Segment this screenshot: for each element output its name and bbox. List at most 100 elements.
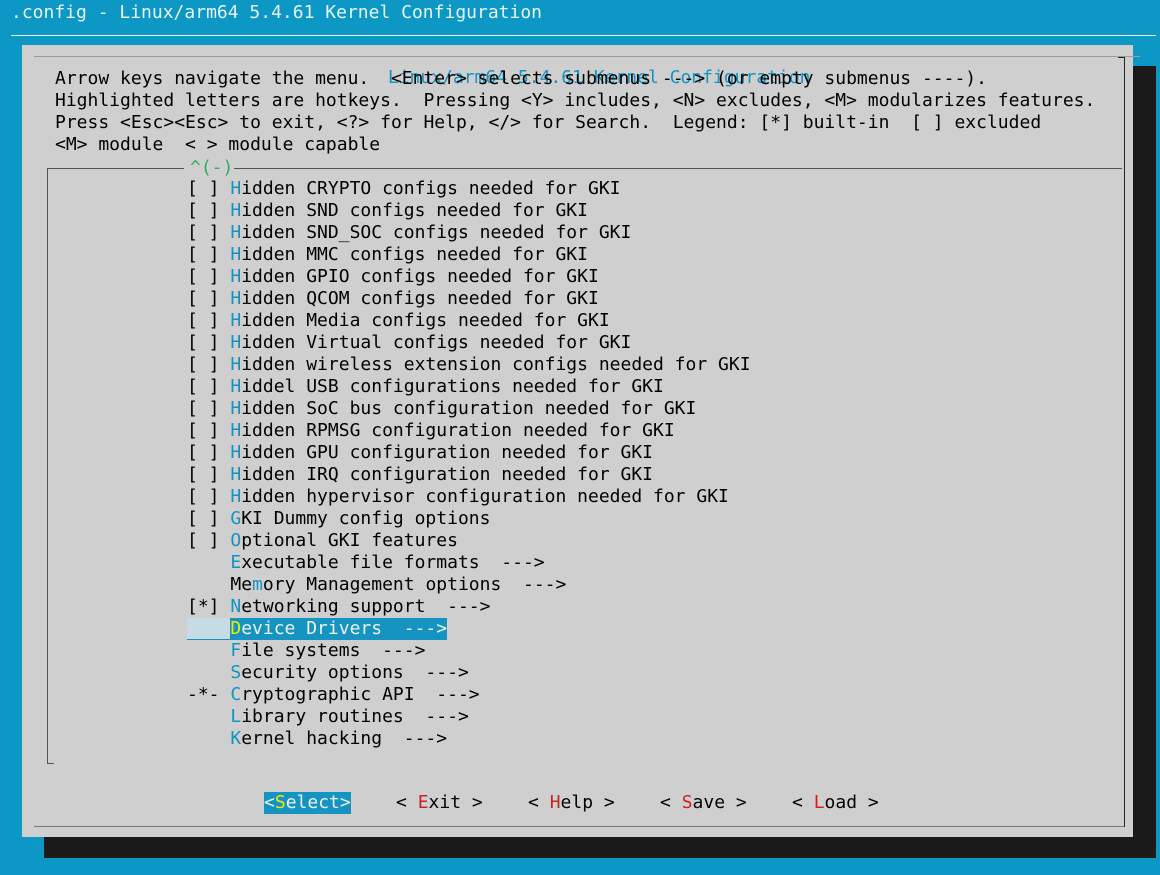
menu-item-label: idden CRYPTO configs needed for GKI — [241, 178, 621, 199]
help-button[interactable]: < Help > — [528, 792, 615, 814]
menu-top-border-left — [47, 168, 184, 169]
menu-item-hotkey: H — [230, 266, 242, 287]
menu-item[interactable]: Kernel hacking ---> — [187, 728, 447, 750]
menu-item-hotkey: m — [252, 574, 263, 595]
menu-item-prefix: [ ] — [187, 222, 231, 243]
menu-item[interactable]: [ ] Hidden wireless extension configs ne… — [187, 354, 751, 376]
menu-item-label: idden GPU configuration needed for GKI — [241, 442, 654, 463]
menu-item[interactable]: [ ] Hidden MMC configs needed for GKI — [187, 244, 588, 266]
menu-item[interactable]: [ ] Hidden IRQ configuration needed for … — [187, 464, 653, 486]
select-button-hotkey: S — [274, 792, 286, 813]
save-button-left: < — [660, 792, 682, 813]
menu-item-label: idden SND_SOC configs needed for GKI — [241, 222, 632, 243]
save-button-rest: ave > — [692, 792, 747, 813]
menu-item-hotkey: K — [230, 728, 242, 749]
menu-item-label: idden Virtual configs needed for GKI — [241, 332, 632, 353]
exit-button-hotkey: E — [417, 792, 429, 813]
menu-item[interactable]: [ ] Hidden hypervisor configuration need… — [187, 486, 729, 508]
menu-item-label: KI Dummy config options — [241, 508, 491, 529]
menu-item-label: idden QCOM configs needed for GKI — [241, 288, 599, 309]
menu-item[interactable]: [ ] GKI Dummy config options — [187, 508, 490, 530]
menu-item[interactable]: File systems ---> — [187, 640, 425, 662]
menu-item[interactable]: [ ] Hidden Media configs needed for GKI — [187, 310, 610, 332]
menu-item-label: ibrary routines ---> — [241, 706, 469, 727]
menu-item-label: idden RPMSG configuration needed for GKI — [241, 420, 675, 441]
menu-item-label: ernel hacking ---> — [241, 728, 448, 749]
menu-item[interactable]: [ ] Hidden SoC bus configuration needed … — [187, 398, 696, 420]
menu-item[interactable]: [*] Networking support ---> — [187, 596, 490, 618]
menu-item[interactable]: [ ] Hiddel USB configurations needed for… — [187, 376, 664, 398]
menu-item-prefix: [ ] — [187, 530, 231, 551]
menu-item-label: evice Drivers ---> — [241, 618, 448, 639]
menu-item[interactable]: [ ] Hidden RPMSG configuration needed fo… — [187, 420, 675, 442]
exit-button-rest: xit > — [428, 792, 483, 813]
menu-item-prefix — [187, 662, 230, 683]
menu-item[interactable]: [ ] Hidden SND configs needed for GKI — [187, 200, 588, 222]
exit-button[interactable]: < Exit > — [396, 792, 483, 814]
menu-item-hotkey: E — [230, 552, 242, 573]
menu-item-hotkey: H — [230, 310, 242, 331]
menu-item[interactable]: [ ] Optional GKI features — [187, 530, 458, 552]
menu-item-prefix — [187, 706, 230, 727]
select-button-left: < — [264, 792, 275, 813]
menu-item[interactable]: Memory Management options ---> — [187, 574, 566, 596]
menu-item-prefix: [ ] — [187, 464, 231, 485]
help-line-1: Arrow keys navigate the menu. <Enter> se… — [55, 68, 987, 89]
menu-bottom-tick — [47, 763, 54, 764]
menu-item-label: idden SoC bus configuration needed for G… — [241, 398, 697, 419]
save-button[interactable]: < Save > — [660, 792, 747, 814]
menu-item-prefix: [ ] — [187, 420, 231, 441]
menu-left-border — [47, 168, 48, 764]
menu-item[interactable]: Security options ---> — [187, 662, 469, 684]
select-button[interactable]: <Select> — [264, 792, 351, 814]
scroll-up-indicator: ^(-) — [189, 157, 235, 179]
menu-item-label: etworking support ---> — [241, 596, 491, 617]
menu-item[interactable]: [ ] Hidden CRYPTO configs needed for GKI — [187, 178, 621, 200]
menu-item-hotkey: O — [230, 530, 242, 551]
menu-item-hotkey: L — [230, 706, 242, 727]
menu-item[interactable]: [ ] Hidden QCOM configs needed for GKI — [187, 288, 599, 310]
menu-item-label: ecurity options ---> — [241, 662, 469, 683]
menu-item-prefix: [ ] — [187, 376, 231, 397]
menu-item-hotkey: N — [230, 596, 242, 617]
save-button-hotkey: S — [681, 792, 693, 813]
help-button-left: < — [528, 792, 550, 813]
menu-item-prefix: [ ] — [187, 398, 231, 419]
menu-item-prefix: [ ] — [187, 244, 231, 265]
menu-item[interactable]: [ ] Hidden GPU configuration needed for … — [187, 442, 653, 464]
menu-item-prefix: -*- — [187, 684, 231, 705]
menu-item-prefix: [ ] — [187, 332, 231, 353]
menu-item-label-rest: ory Management options ---> — [262, 574, 567, 595]
menu-item-hotkey: H — [230, 486, 242, 507]
menu-item[interactable]: Library routines ---> — [187, 706, 469, 728]
menu-item[interactable]: -*- Cryptographic API ---> — [187, 684, 480, 706]
menu-item-hotkey: S — [230, 662, 242, 683]
menu-item-label: ptional GKI features — [241, 530, 458, 551]
menu-item-label: idden hypervisor configuration needed fo… — [241, 486, 729, 507]
menu-item-hotkey: H — [230, 398, 242, 419]
select-button-rest: elect> — [285, 792, 351, 813]
menu-item-hotkey: H — [230, 376, 242, 397]
help-line-4: <M> module < > module capable — [55, 134, 381, 155]
dialog-right-border — [1124, 57, 1125, 827]
menu-item[interactable]: [ ] Hidden GPIO configs needed for GKI — [187, 266, 599, 288]
menu-item-prefix: [ ] — [187, 288, 231, 309]
menu-item-label: idden IRQ configuration needed for GKI — [241, 464, 654, 485]
menu-item-prefix: [ ] — [187, 442, 231, 463]
menu-item-hotkey: H — [230, 178, 242, 199]
load-button[interactable]: < Load > — [792, 792, 879, 814]
menu-item[interactable]: Device Drivers ---> — [187, 618, 448, 640]
menu-item-prefix: [ ] — [187, 486, 231, 507]
menu-item[interactable]: [ ] Hidden SND_SOC configs needed for GK… — [187, 222, 631, 244]
menu-list[interactable]: ^(-) [ ] Hidden CRYPTO configs needed fo… — [47, 157, 1122, 764]
title-rule — [11, 35, 1156, 36]
menu-item[interactable]: Executable file formats ---> — [187, 552, 545, 574]
menu-top-border-right — [232, 168, 1122, 169]
menu-item-label: xecutable file formats ---> — [241, 552, 545, 573]
menu-item-prefix — [187, 574, 230, 595]
help-button-rest: elp > — [560, 792, 615, 813]
button-bar-separator — [34, 826, 1124, 827]
menu-item-hotkey: H — [230, 464, 242, 485]
menu-item[interactable]: [ ] Hidden Virtual configs needed for GK… — [187, 332, 631, 354]
menu-item-prefix: [ ] — [187, 508, 231, 529]
